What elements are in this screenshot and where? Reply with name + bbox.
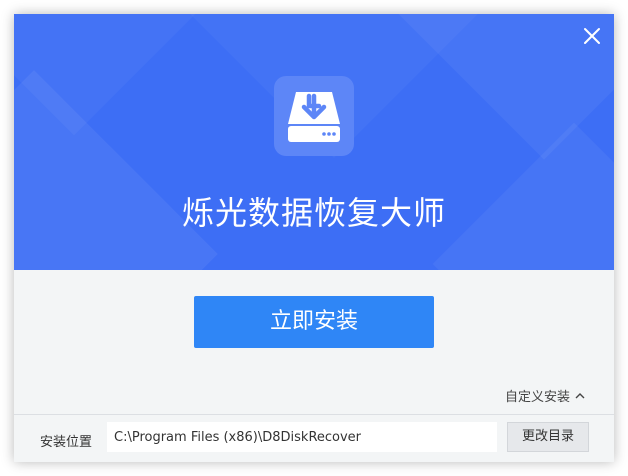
custom-install-label: 自定义安装	[504, 390, 570, 405]
close-button[interactable]	[580, 24, 604, 48]
chevron-up-icon	[575, 392, 585, 398]
install-now-button[interactable]: 立即安装	[194, 296, 434, 348]
hard-drive-download-icon	[288, 92, 340, 142]
install-path-input[interactable]	[107, 422, 497, 452]
app-logo	[274, 76, 354, 156]
footer-divider	[14, 414, 614, 415]
change-directory-button[interactable]: 更改目录	[507, 422, 589, 452]
hero-banner: 烁光数据恢复大师	[14, 14, 614, 270]
app-title: 烁光数据恢复大师	[181, 194, 446, 232]
install-location-label: 安装位置	[40, 435, 93, 450]
custom-install-toggle[interactable]: 自定义安装	[505, 386, 586, 405]
close-icon	[584, 28, 600, 44]
installer-window: 烁光数据恢复大师 立即安装 自定义安装 安装位置 更改目录	[14, 14, 614, 462]
